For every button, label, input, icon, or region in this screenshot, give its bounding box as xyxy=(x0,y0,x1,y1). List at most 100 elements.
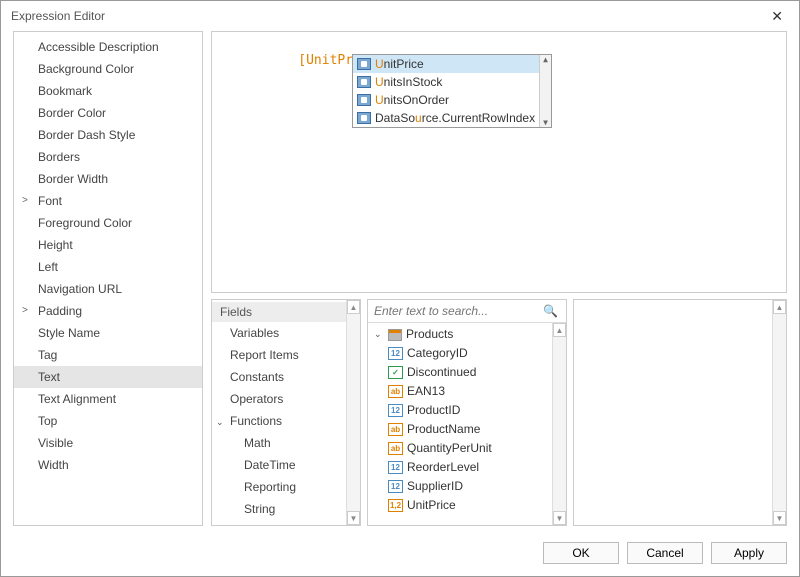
field-item[interactable]: 12ReorderLevel xyxy=(368,458,552,477)
12c-type-icon: 1,2 xyxy=(388,499,403,512)
property-item[interactable]: Tag xyxy=(14,344,202,366)
category-item[interactable]: Variables xyxy=(212,322,346,344)
property-item[interactable]: Bookmark xyxy=(14,80,202,102)
ok-button[interactable]: OK xyxy=(543,542,619,564)
field-label: Discontinued xyxy=(407,364,476,381)
chevron-right-icon[interactable]: > xyxy=(22,302,28,320)
autocomplete-item[interactable]: UnitsOnOrder xyxy=(353,91,539,109)
field-label: SupplierID xyxy=(407,478,463,495)
titlebar: Expression Editor ✕ xyxy=(1,1,799,31)
scroll-down-icon[interactable]: ▼ xyxy=(553,511,566,525)
expression-editor-dialog: Expression Editor ✕ Accessible Descripti… xyxy=(0,0,800,577)
property-label: Border Color xyxy=(38,106,106,120)
search-row: 🔍 xyxy=(368,300,566,323)
property-item[interactable]: Foreground Color xyxy=(14,212,202,234)
chevron-down-icon[interactable]: ⌄ xyxy=(374,326,384,343)
autocomplete-label: UnitsInStock xyxy=(375,75,442,89)
property-label: Text xyxy=(38,370,60,384)
property-item[interactable]: Border Width xyxy=(14,168,202,190)
property-item[interactable]: > Padding xyxy=(14,300,202,322)
category-subitem[interactable]: DateTime xyxy=(212,454,346,476)
property-item[interactable]: Width xyxy=(14,454,202,476)
expression-textarea[interactable]: [UnitPrice] * [U] UnitPriceUnitsInStockU… xyxy=(211,31,787,293)
property-item[interactable]: > Font xyxy=(14,190,202,212)
field-item[interactable]: 12CategoryID xyxy=(368,344,552,363)
property-label: Style Name xyxy=(38,326,100,340)
field-item[interactable]: abProductName xyxy=(368,420,552,439)
property-item[interactable]: Text xyxy=(14,366,202,388)
property-label: Borders xyxy=(38,150,80,164)
property-label: Padding xyxy=(38,304,82,318)
chevron-right-icon[interactable]: > xyxy=(22,192,28,210)
property-label: Tag xyxy=(38,348,57,362)
category-item[interactable]: Constants xyxy=(212,366,346,388)
property-item[interactable]: Style Name xyxy=(14,322,202,344)
chevron-down-icon[interactable]: ⌄ xyxy=(216,413,224,431)
field-item[interactable]: abEAN13 xyxy=(368,382,552,401)
autocomplete-scrollbar[interactable]: ▲ ▼ xyxy=(539,55,551,127)
scroll-down-icon[interactable]: ▼ xyxy=(773,511,786,525)
field-item[interactable]: abQuantityPerUnit xyxy=(368,439,552,458)
autocomplete-popup[interactable]: UnitPrice UnitsInStock UnitsOnOrder DataSou… xyxy=(352,54,552,128)
category-item[interactable]: Operators xyxy=(212,388,346,410)
property-item[interactable]: Height xyxy=(14,234,202,256)
category-header[interactable]: Fields xyxy=(212,302,346,322)
fields-panel: 🔍 ⌄Products12CategoryID ✓ DiscontinuedabEA… xyxy=(367,299,567,526)
property-list[interactable]: Accessible DescriptionBackground ColorBo… xyxy=(13,31,203,526)
property-item[interactable]: Borders xyxy=(14,146,202,168)
category-item[interactable]: Report Items xyxy=(212,344,346,366)
category-scrollbar[interactable]: ▲ ▼ xyxy=(346,300,360,525)
field-label: ProductID xyxy=(407,402,460,419)
field-item[interactable]: ✓ Discontinued xyxy=(368,363,552,382)
autocomplete-item[interactable]: UnitsInStock xyxy=(353,73,539,91)
property-item[interactable]: Background Color xyxy=(14,58,202,80)
autocomplete-item[interactable]: UnitPrice xyxy=(353,55,539,73)
property-item[interactable]: Accessible Description xyxy=(14,36,202,58)
property-item[interactable]: Visible xyxy=(14,432,202,454)
12-type-icon: 12 xyxy=(388,347,403,360)
field-label: QuantityPerUnit xyxy=(407,440,492,457)
search-input[interactable] xyxy=(372,302,539,320)
autocomplete-item[interactable]: DataSource.CurrentRowIndex xyxy=(353,109,539,127)
property-item[interactable]: Border Dash Style xyxy=(14,124,202,146)
property-item[interactable]: Navigation URL xyxy=(14,278,202,300)
category-subitem[interactable]: String xyxy=(212,498,346,520)
category-label: Report Items xyxy=(230,348,299,362)
field-icon xyxy=(357,94,371,106)
apply-button[interactable]: Apply xyxy=(711,542,787,564)
fields-root[interactable]: ⌄Products xyxy=(368,325,552,344)
property-item[interactable]: Text Alignment xyxy=(14,388,202,410)
field-item[interactable]: 12ProductID xyxy=(368,401,552,420)
scroll-up-icon[interactable]: ▲ xyxy=(347,300,360,314)
autocomplete-label: DataSource.CurrentRowIndex xyxy=(375,111,535,125)
scroll-down-icon[interactable]: ▼ xyxy=(347,511,360,525)
property-label: Font xyxy=(38,194,62,208)
chk-type-icon: ✓ xyxy=(388,366,403,379)
close-icon[interactable]: ✕ xyxy=(763,4,791,29)
property-label: Foreground Color xyxy=(38,216,132,230)
property-item[interactable]: Top xyxy=(14,410,202,432)
category-subitem[interactable]: Reporting xyxy=(212,476,346,498)
property-item[interactable]: Left xyxy=(14,256,202,278)
scroll-down-icon[interactable]: ▼ xyxy=(540,118,551,127)
scroll-up-icon[interactable]: ▲ xyxy=(773,300,786,314)
category-subitem[interactable]: Math xyxy=(212,432,346,454)
field-item[interactable]: 12SupplierID xyxy=(368,477,552,496)
category-subitem[interactable]: Aggregate xyxy=(212,520,346,525)
field-icon xyxy=(357,112,371,124)
field-label: ReorderLevel xyxy=(407,459,479,476)
property-item[interactable]: Border Color xyxy=(14,102,202,124)
cancel-button[interactable]: Cancel xyxy=(627,542,703,564)
search-icon[interactable]: 🔍 xyxy=(539,304,562,318)
property-label: Top xyxy=(38,414,57,428)
scroll-up-icon[interactable]: ▲ xyxy=(540,55,551,64)
property-label: Border Width xyxy=(38,172,108,186)
category-item[interactable]: ⌄Functions xyxy=(212,410,346,432)
field-label: UnitPrice xyxy=(407,497,456,514)
window-title: Expression Editor xyxy=(11,9,105,23)
category-list[interactable]: Fields Variables Report Items ConstantsOpe… xyxy=(211,299,361,526)
scroll-up-icon[interactable]: ▲ xyxy=(553,323,566,337)
fields-scrollbar[interactable]: ▲ ▼ xyxy=(552,323,566,525)
description-scrollbar[interactable]: ▲ ▼ xyxy=(772,300,786,525)
field-item[interactable]: 1,2 UnitPrice xyxy=(368,496,552,515)
